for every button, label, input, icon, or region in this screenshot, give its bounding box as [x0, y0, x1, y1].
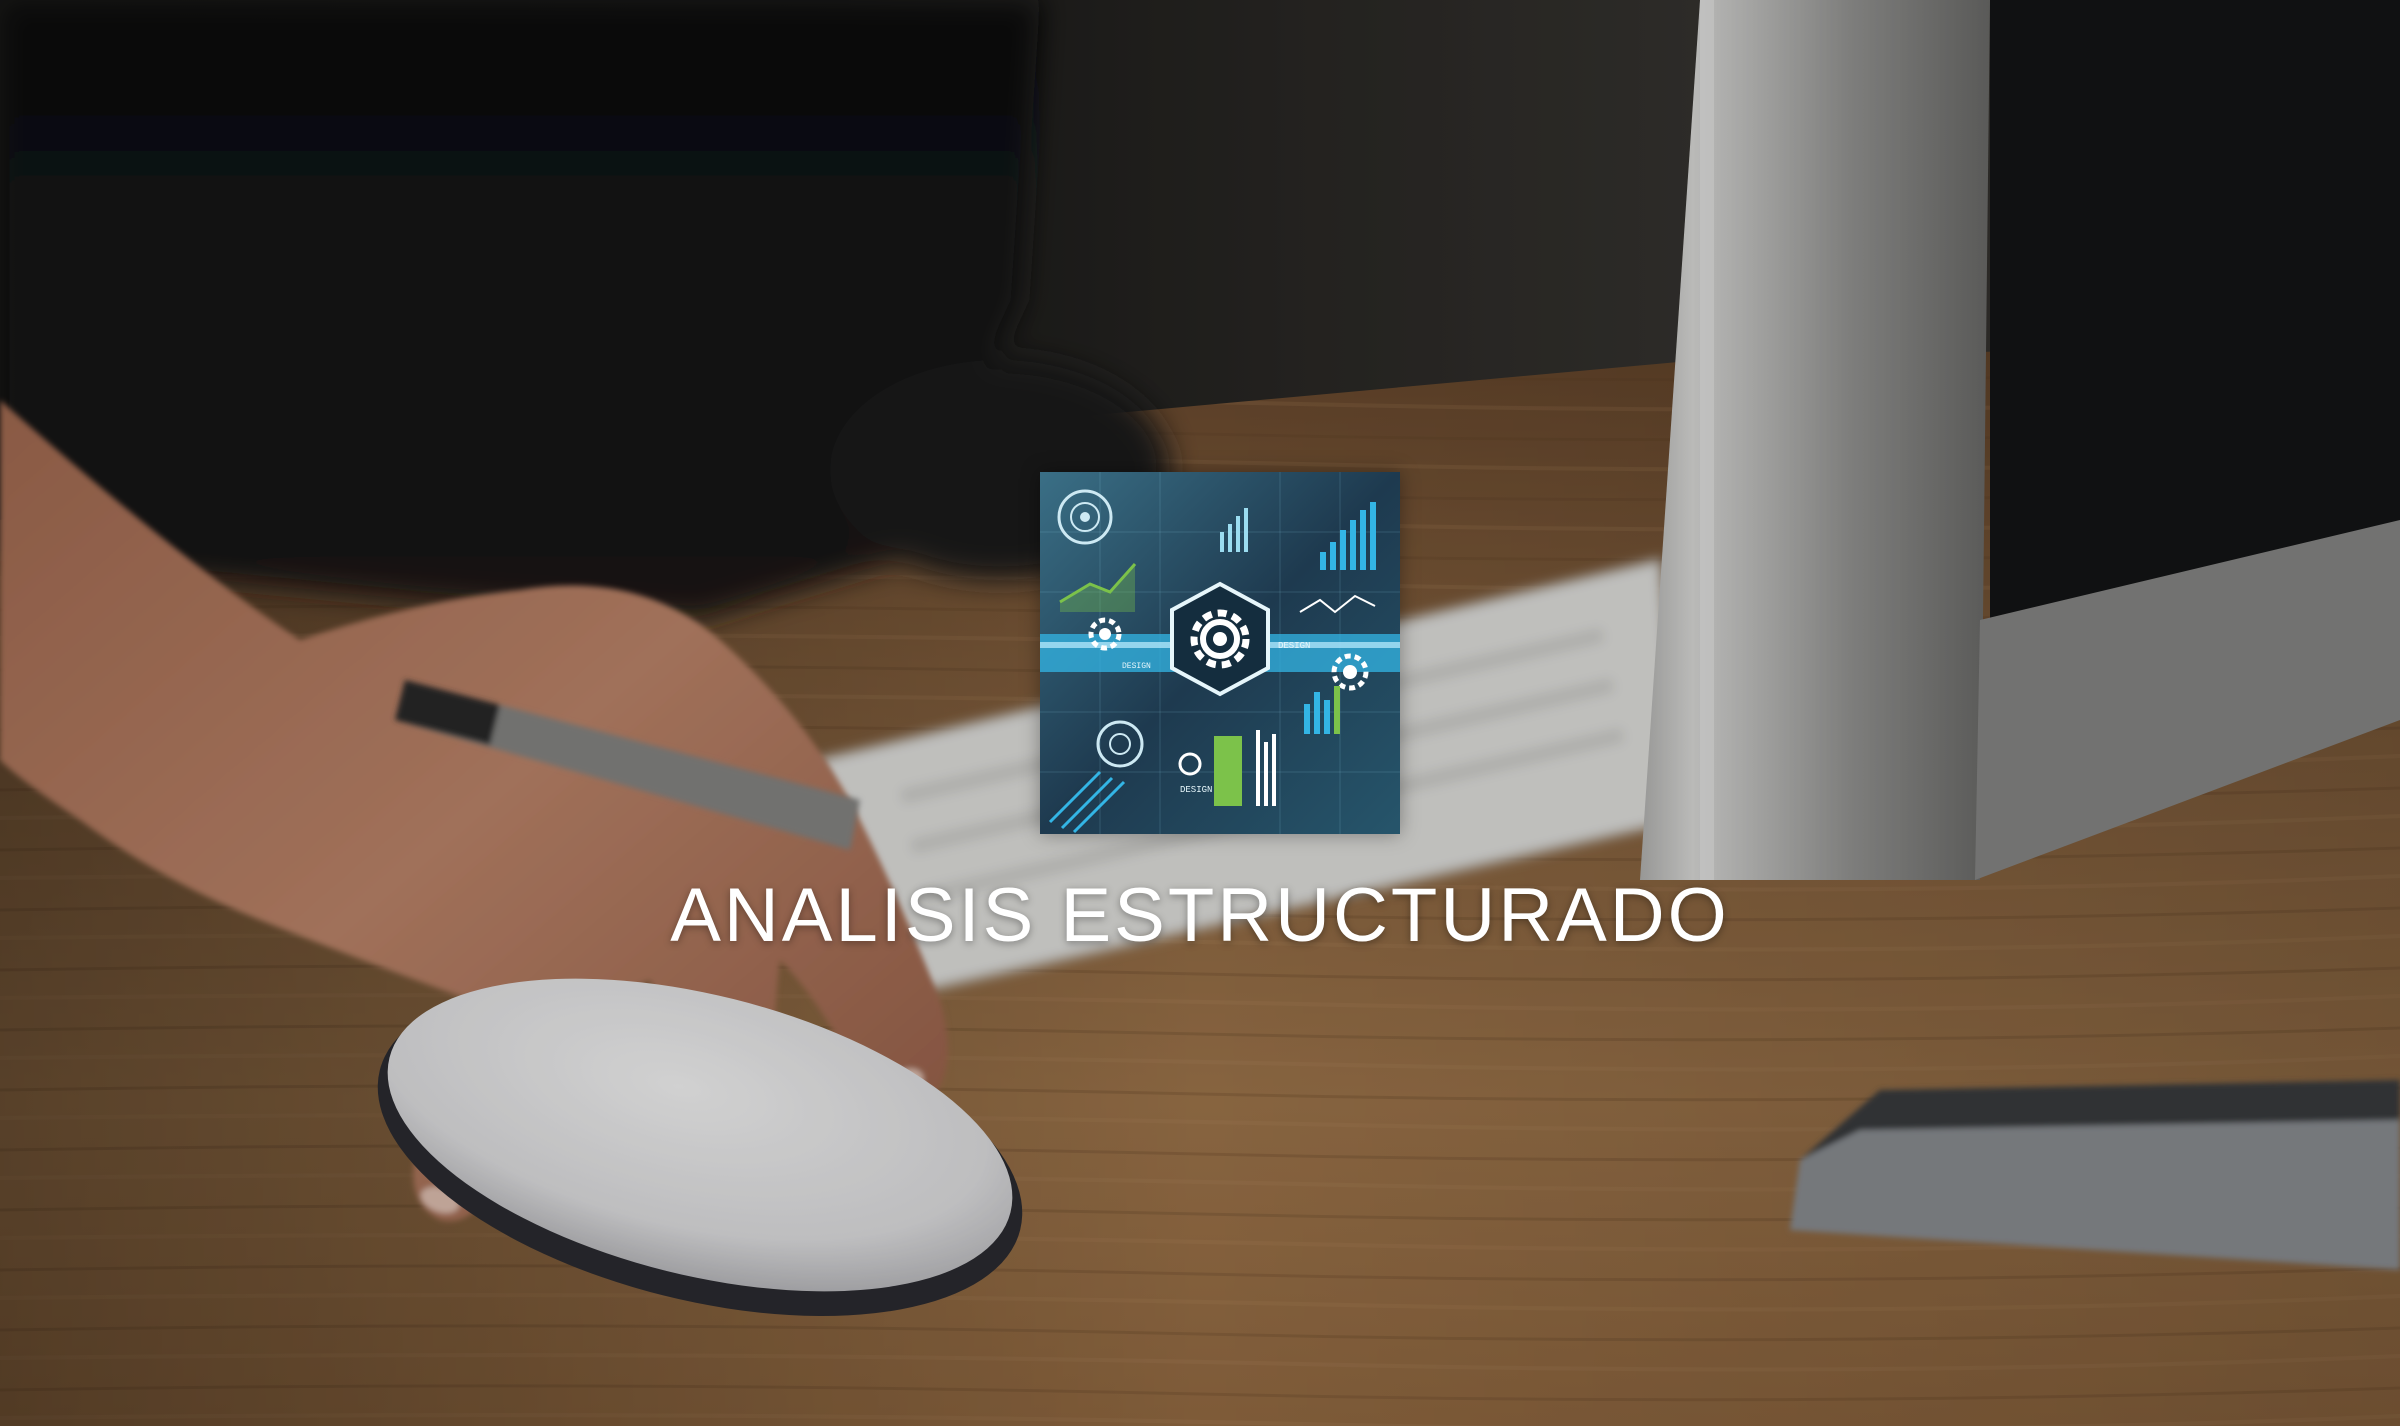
logo-label-bottom: DESIGN — [1180, 785, 1212, 795]
logo-label-top: DESIGN — [1278, 641, 1310, 651]
hero-section: DESIGN DESIGN DESIGN ANALISIS ESTRUCTURA… — [0, 0, 2400, 1426]
hero-overlay: DESIGN DESIGN DESIGN ANALISIS ESTRUCTURA… — [0, 0, 2400, 1426]
logo-label-left: DESIGN — [1122, 662, 1151, 671]
logo-image: DESIGN DESIGN DESIGN — [1040, 472, 1400, 834]
gear-circuit-icon: DESIGN DESIGN DESIGN — [1040, 472, 1400, 834]
page-title: ANALISIS ESTRUCTURADO — [670, 873, 1730, 958]
